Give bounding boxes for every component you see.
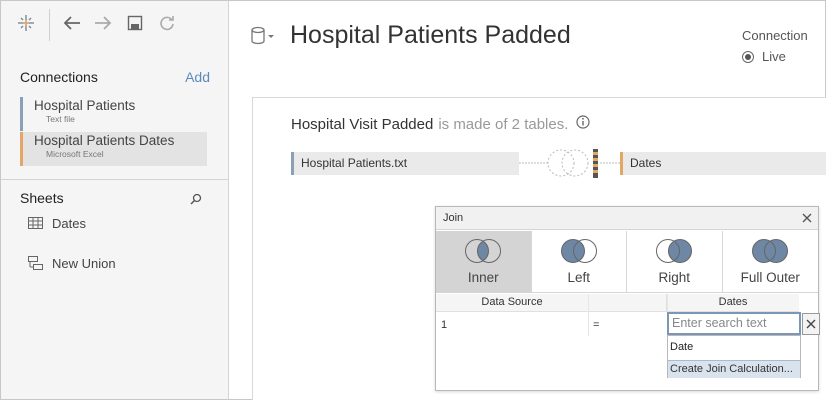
join-clause-header: Data Source Dates xyxy=(436,294,818,312)
connection-type: Text file xyxy=(46,114,75,124)
sheet-item-new-union[interactable]: New Union xyxy=(28,253,116,273)
join-type-label: Inner xyxy=(467,270,499,285)
join-type-full-outer[interactable]: Full Outer xyxy=(723,231,819,293)
join-type-inner[interactable]: Inner xyxy=(436,231,532,293)
column-header-left: Data Source xyxy=(436,294,588,312)
forward-arrow-icon[interactable] xyxy=(91,11,115,35)
union-icon xyxy=(28,256,46,270)
data-source-summary: Hospital Visit Padded is made of 2 table… xyxy=(291,115,590,133)
connection-item[interactable]: Hospital Patients Text file xyxy=(20,97,207,131)
table-pill-right[interactable]: Dates xyxy=(620,152,826,175)
clause-operator[interactable]: = xyxy=(593,319,599,331)
sheets-header: Sheets xyxy=(20,190,210,208)
column-header-operator xyxy=(588,294,666,312)
connections-header: Connections Add xyxy=(20,69,210,87)
field-dropdown: Date Create Join Calculation... xyxy=(667,335,801,378)
full-outer-join-venn-icon xyxy=(752,239,789,263)
sheets-heading: Sheets xyxy=(20,190,64,206)
back-arrow-icon[interactable] xyxy=(60,11,84,35)
left-join-venn-icon xyxy=(560,239,597,263)
connection-mode-label: Live xyxy=(762,49,786,64)
tableau-logo-icon[interactable] xyxy=(14,11,38,35)
toolbar-separator xyxy=(49,9,50,41)
right-join-venn-icon xyxy=(656,239,693,263)
save-icon[interactable] xyxy=(123,11,147,35)
toolbar xyxy=(1,1,229,51)
table-icon xyxy=(28,216,46,230)
join-type-right[interactable]: Right xyxy=(627,231,723,293)
add-connection-link[interactable]: Add xyxy=(185,69,210,85)
connection-item[interactable]: Hospital Patients Dates Microsoft Excel xyxy=(20,132,207,166)
close-icon[interactable] xyxy=(800,211,814,225)
join-type-label: Right xyxy=(658,270,690,285)
connections-heading: Connections xyxy=(20,69,98,85)
connection-label: Connection xyxy=(742,28,808,43)
close-icon xyxy=(806,319,816,329)
sheet-item-dates[interactable]: Dates xyxy=(28,213,86,233)
made-of-text: is made of 2 tables. xyxy=(438,115,569,133)
join-type-left[interactable]: Left xyxy=(532,231,627,293)
join-type-row: Inner Left Right Full Outer xyxy=(436,231,818,293)
connection-name: Hospital Patients xyxy=(34,98,136,113)
field-search-input[interactable]: Enter search text xyxy=(667,312,801,335)
join-dialog-title: Join xyxy=(443,212,464,224)
join-dialog: Join Inner Left Right Full Outer Data So… xyxy=(435,206,820,391)
clause-left-value[interactable]: 1 xyxy=(441,319,447,331)
join-dialog-header: Join xyxy=(436,207,818,230)
radio-selected-icon[interactable] xyxy=(742,50,754,63)
data-source-name: Hospital Visit Padded xyxy=(291,115,434,133)
page-title[interactable]: Hospital Patients Padded xyxy=(290,21,571,50)
sheet-item-label: New Union xyxy=(52,255,116,271)
database-icon[interactable] xyxy=(250,26,276,51)
table-pill-left[interactable]: Hospital Patients.txt xyxy=(291,152,519,175)
join-type-label: Left xyxy=(567,270,591,285)
inner-join-venn-icon xyxy=(465,239,502,263)
remove-clause-button[interactable] xyxy=(802,313,820,335)
refresh-icon[interactable] xyxy=(155,11,179,35)
left-pane: Connections Add Hospital Patients Text f… xyxy=(1,1,229,399)
connection-name: Hospital Patients Dates xyxy=(34,133,175,148)
info-icon[interactable] xyxy=(576,115,590,133)
create-join-calculation-option[interactable]: Create Join Calculation... xyxy=(668,360,800,378)
search-icon[interactable] xyxy=(190,192,202,208)
connection-live-option[interactable]: Live xyxy=(742,49,786,64)
sheet-item-label: Dates xyxy=(52,215,86,231)
column-header-right: Dates xyxy=(666,294,799,312)
section-divider xyxy=(1,179,229,180)
connection-type: Microsoft Excel xyxy=(46,149,104,159)
join-venn-icon[interactable] xyxy=(519,144,621,187)
join-type-label: Full Outer xyxy=(740,270,800,285)
dropdown-item[interactable]: Date xyxy=(670,341,693,353)
